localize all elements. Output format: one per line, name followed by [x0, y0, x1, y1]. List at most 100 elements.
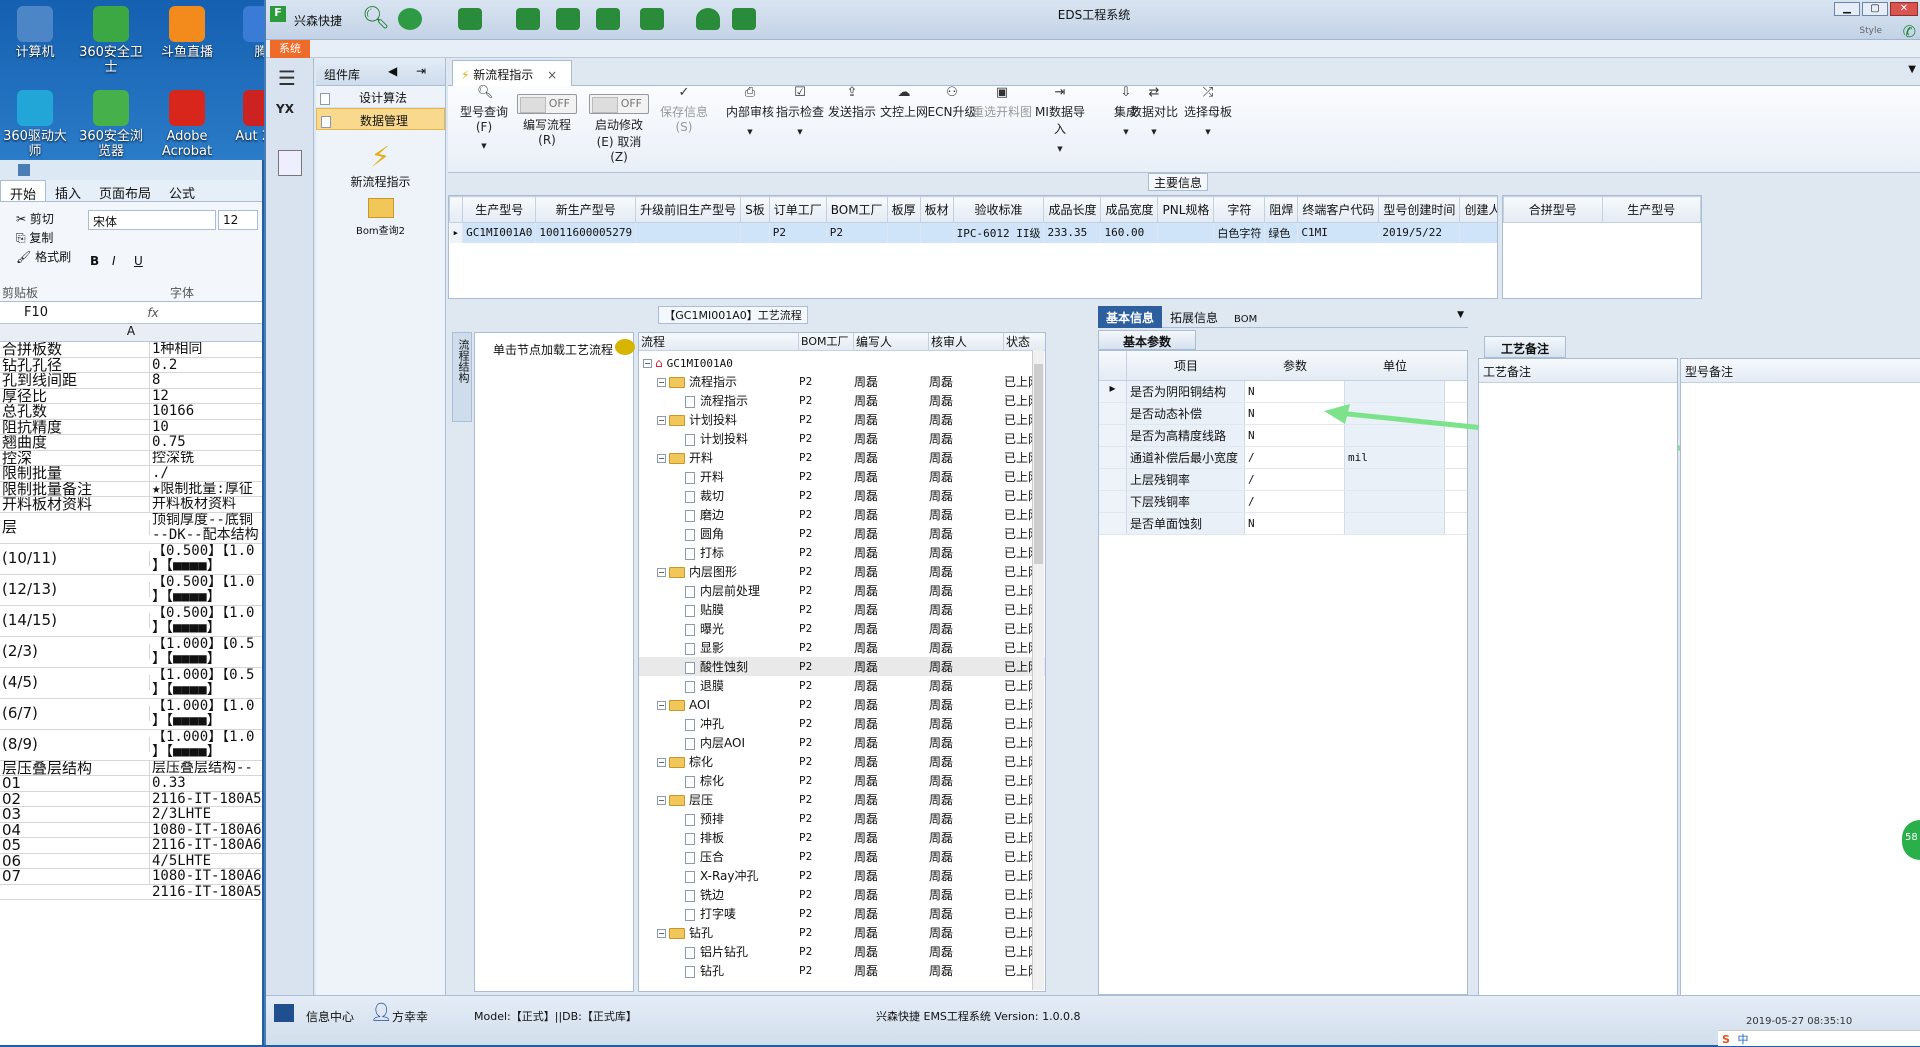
sogou-icon[interactable]: S	[1722, 1033, 1730, 1046]
main-info-cell[interactable]: IPC-6012 II级	[953, 222, 1045, 243]
collapse-node-icon[interactable]: −	[657, 454, 666, 463]
main-info-col-header[interactable]: 板材	[919, 196, 954, 223]
desktop-icon[interactable]: Adobe Acrobat	[152, 84, 222, 159]
row-indicator[interactable]	[1099, 447, 1127, 468]
unit-col-header[interactable]: 单位	[1345, 357, 1445, 374]
flow-tree-row[interactable]: 显影 P2 周磊 周磊 已上网	[639, 638, 1045, 657]
toolbar-button-6[interactable]: ⇪ 发送指示	[822, 86, 882, 120]
collapse-node-icon[interactable]: −	[657, 796, 666, 805]
main-info-cell[interactable]	[887, 222, 921, 243]
main-info-cell[interactable]	[920, 222, 954, 243]
param-value[interactable]: N	[1245, 513, 1345, 534]
param-value[interactable]: N	[1245, 381, 1345, 402]
collapse-icon[interactable]: ◀	[388, 64, 397, 78]
main-info-col-header[interactable]: 生产型号	[462, 196, 537, 223]
ime-language[interactable]: 中	[1737, 1033, 1748, 1046]
cell-b[interactable]: 1080-IT-180A6	[150, 823, 262, 838]
cell-b[interactable]: 开料板材资料	[150, 497, 262, 512]
chevron-down-icon[interactable]: ▼	[1178, 128, 1238, 136]
cell-a[interactable]: (14/15)	[0, 613, 150, 628]
production-model-header[interactable]: 生产型号	[1601, 196, 1701, 223]
cell-a[interactable]: 02	[0, 791, 150, 807]
main-info-cell[interactable]: 10011600005279	[535, 222, 637, 243]
chevron-down-icon[interactable]: ▼	[1124, 128, 1184, 136]
main-info-col-header[interactable]: BOM工厂	[825, 196, 888, 223]
main-info-col-header[interactable]: 阻焊	[1264, 196, 1299, 223]
collapse-node-icon[interactable]: −	[657, 378, 666, 387]
main-info-col-header[interactable]: 字符	[1213, 196, 1266, 223]
main-info-cell[interactable]: 160.00	[1100, 222, 1159, 243]
basic-info-tab[interactable]: BOM	[1226, 311, 1265, 333]
cell-b[interactable]: 8	[150, 373, 262, 388]
cell-b[interactable]: 2116-IT-180A6	[150, 838, 262, 853]
flow-tree-row[interactable]: 铣边 P2 周磊 周磊 已上网	[639, 885, 1045, 904]
cell-b[interactable]: ★限制批量:厚征	[150, 482, 262, 497]
new-flow-item[interactable]: ⚡ 新流程指示	[316, 140, 445, 190]
main-info-col-header[interactable]: S板	[740, 196, 770, 223]
main-info-col-header[interactable]: 成品长度	[1043, 196, 1102, 223]
cell-a[interactable]: 层	[0, 520, 150, 535]
underline-button[interactable]: U	[134, 254, 143, 268]
flow-tree-row[interactable]: − 开料 P2 周磊 周磊 已上网	[639, 448, 1045, 467]
flow-tree-row[interactable]: 开料 P2 周磊 周磊 已上网	[639, 467, 1045, 486]
flow-tree-row[interactable]: 钻孔 P2 周磊 周磊 已上网	[639, 961, 1045, 980]
flow-tree-row[interactable]: 退膜 P2 周磊 周磊 已上网	[639, 676, 1045, 695]
main-info-col-header[interactable]: 终端客户代码	[1297, 196, 1380, 223]
cell-b[interactable]: 2116-IT-180A5	[150, 792, 262, 807]
toolbar-button-3[interactable]: ✓ 保存信息(S)	[654, 86, 714, 135]
chevron-down-icon[interactable]: ▼	[454, 142, 514, 150]
flow-tree-row[interactable]: − 计划投料 P2 周磊 周磊 已上网	[639, 410, 1045, 429]
italic-button[interactable]: I	[112, 254, 116, 268]
component-item-1[interactable]: 数据管理	[316, 108, 445, 130]
row-indicator[interactable]	[1099, 469, 1127, 490]
flow-tree-row[interactable]: 内层前处理 P2 周磊 周磊 已上网	[639, 581, 1045, 600]
cell-a[interactable]: 钻孔孔径	[0, 357, 150, 373]
excel-tab[interactable]: 公式	[160, 180, 204, 202]
flow-col-header[interactable]: 状态	[1004, 333, 1034, 350]
flow-tree-row[interactable]: 裁切 P2 周磊 周磊 已上网	[639, 486, 1045, 505]
param-unit[interactable]	[1345, 491, 1445, 512]
cell-a[interactable]: 开料板材资料	[0, 497, 150, 512]
cell-a[interactable]: 04	[0, 822, 150, 838]
grid-icon[interactable]	[274, 1004, 294, 1022]
flow-tree-row[interactable]: − AOI P2 周磊 周磊 已上网	[639, 695, 1045, 714]
toolbar-button-2[interactable]: OFF 启动修改(E) 取消(Z)	[588, 86, 650, 164]
cell-a[interactable]: 07	[0, 869, 150, 884]
desktop-icon[interactable]: 360驱动大师	[0, 84, 70, 159]
copy-button[interactable]: ⎘ 复制	[16, 229, 53, 246]
main-info-cell[interactable]	[1157, 222, 1215, 243]
cell-a[interactable]: (12/13)	[0, 582, 150, 597]
toolbar-button-10[interactable]: ⇥ MI数据导入 ▼	[1030, 86, 1090, 154]
main-info-cell[interactable]: P2	[826, 222, 888, 243]
basic-info-tab[interactable]: 拓展信息	[1162, 306, 1226, 328]
flow-col-header[interactable]: BOM工厂	[799, 333, 854, 350]
component-item-0[interactable]: 设计算法	[316, 86, 445, 108]
cell-a[interactable]: (8/9)	[0, 737, 150, 752]
main-info-cell[interactable]: 233.35	[1043, 222, 1102, 243]
system-tab[interactable]: 系统	[270, 40, 310, 58]
main-info-col-header[interactable]: 成品宽度	[1100, 196, 1159, 223]
flow-tree-row[interactable]: X-Ray冲孔 P2 周磊 周磊 已上网	[639, 866, 1045, 885]
cell-a[interactable]: 层压叠层结构	[0, 760, 150, 776]
toolbar-button-5[interactable]: ☑ 指示检查 ▼	[770, 86, 830, 137]
cell-b[interactable]: 4/5LHTE	[150, 854, 262, 869]
cell-a[interactable]: 03	[0, 807, 150, 822]
flow-tree-row[interactable]: − 内层图形 P2 周磊 周磊 已上网	[639, 562, 1045, 581]
flow-tree-row[interactable]: 贴膜 P2 周磊 周磊 已上网	[639, 600, 1045, 619]
row-indicator[interactable]	[1099, 491, 1127, 512]
main-info-col-header[interactable]: 新生产型号	[535, 196, 637, 223]
maximize-button[interactable]: ▢	[1862, 2, 1888, 16]
cell-b[interactable]: 【1.000】【1.0 】【■■■■】	[150, 699, 262, 729]
row-indicator[interactable]	[1099, 425, 1127, 446]
chevron-down-icon[interactable]: ▼	[1030, 145, 1090, 153]
cell-a[interactable]: 总孔数	[0, 404, 150, 419]
off-toggle[interactable]: OFF	[589, 94, 649, 114]
name-box[interactable]: F10	[0, 305, 118, 320]
excel-tab[interactable]: 插入	[46, 180, 90, 202]
basic-params-subtab[interactable]: 基本参数	[1098, 330, 1196, 350]
desktop-icon[interactable]: 斗鱼直播	[152, 0, 222, 60]
remarks-tab[interactable]: 工艺备注	[1484, 336, 1566, 358]
flow-tree-row[interactable]: 棕化 P2 周磊 周磊 已上网	[639, 771, 1045, 790]
flow-tree-row[interactable]: 酸性蚀刻 P2 周磊 周磊 已上网	[639, 657, 1045, 676]
cell-a[interactable]: 06	[0, 853, 150, 869]
